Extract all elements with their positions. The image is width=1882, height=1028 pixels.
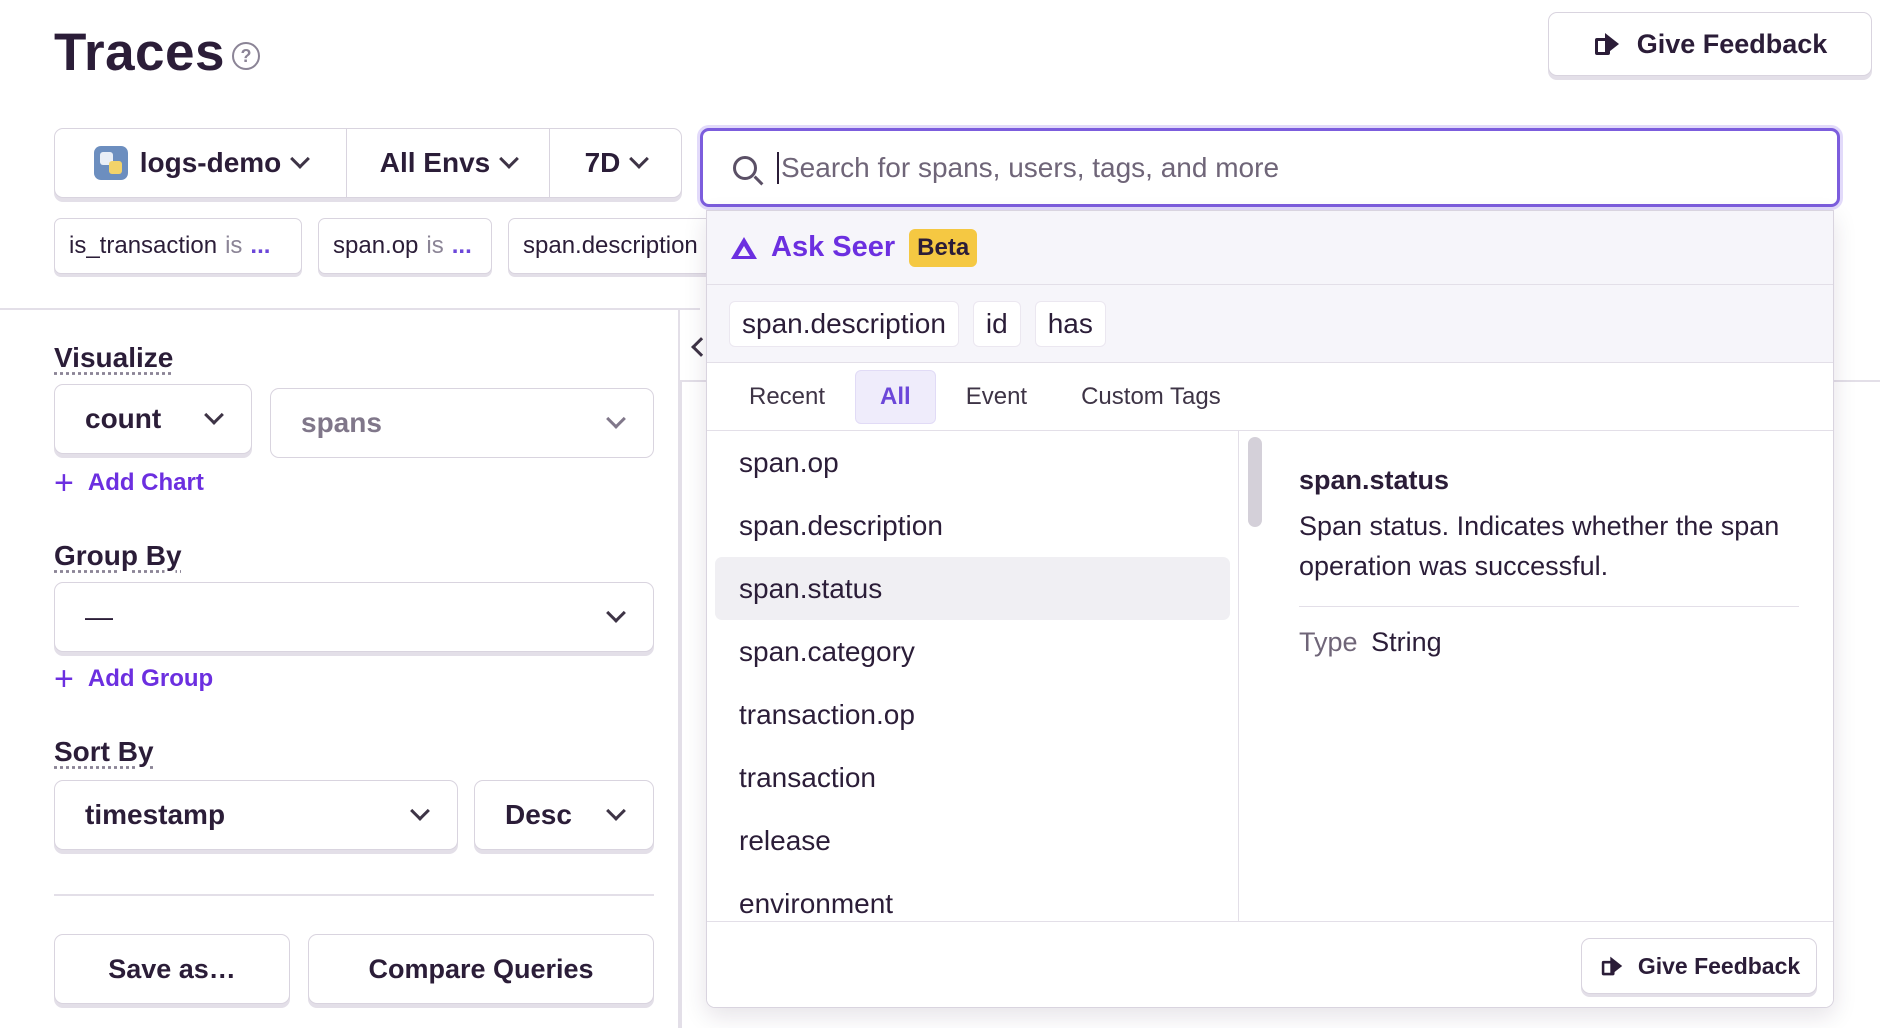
compare-queries-label: Compare Queries xyxy=(368,953,594,984)
give-feedback-label: Give Feedback xyxy=(1636,28,1828,59)
date-range-selector[interactable]: 7D xyxy=(550,129,681,197)
sort-field-value: timestamp xyxy=(85,799,226,830)
filter-value: ... xyxy=(451,232,472,259)
add-chart-button[interactable]: + Add Chart xyxy=(54,466,204,500)
tab-custom-tags[interactable]: Custom Tags xyxy=(1057,371,1245,423)
environment-selector-label: All Envs xyxy=(379,147,491,178)
give-feedback-label: Give Feedback xyxy=(1637,952,1801,979)
ask-seer-option[interactable]: Ask Seer Beta xyxy=(707,211,1833,285)
filter-value: ... xyxy=(250,232,271,259)
give-feedback-button[interactable]: Give Feedback xyxy=(1581,938,1817,994)
give-feedback-button[interactable]: Give Feedback xyxy=(1548,12,1872,76)
key-detail-description: Span status. Indicates whether the span … xyxy=(1299,506,1799,607)
add-group-button[interactable]: + Add Group xyxy=(54,662,213,696)
filter-key: span.description xyxy=(523,232,698,259)
list-item[interactable]: transaction.op xyxy=(715,683,1230,746)
megaphone-icon xyxy=(1600,955,1624,977)
list-item[interactable]: transaction xyxy=(715,746,1230,809)
seer-icon xyxy=(731,236,757,259)
filter-chip-span-description[interactable]: span.description xyxy=(508,218,718,274)
key-type-value: String xyxy=(1371,627,1442,657)
visualize-field-select[interactable]: spans xyxy=(270,388,654,458)
key-detail-type: Type String xyxy=(1299,627,1799,658)
group-by-select[interactable]: — xyxy=(54,582,654,652)
visualize-function-select[interactable]: count xyxy=(54,384,252,454)
filter-operator: is xyxy=(225,232,243,259)
filter-chip-is-transaction[interactable]: is_transaction is ... xyxy=(54,218,302,274)
left-panel-divider xyxy=(54,894,654,896)
beta-badge: Beta xyxy=(909,228,978,267)
group-by-value: — xyxy=(85,601,113,632)
group-by-label: Group By xyxy=(54,540,182,571)
chevron-down-icon xyxy=(204,405,224,425)
chevron-down-icon xyxy=(606,603,626,623)
filter-chip-span-op[interactable]: span.op is ... xyxy=(318,218,492,274)
visualize-label: Visualize xyxy=(54,342,174,373)
visualize-field-value: spans xyxy=(301,407,382,438)
search-suggestions-popover: Ask Seer Beta span.description id has Re… xyxy=(706,210,1834,1008)
tab-all[interactable]: All xyxy=(855,369,936,424)
chevron-down-icon xyxy=(606,409,626,429)
search-input[interactable] xyxy=(777,151,1777,184)
list-item[interactable]: span.status xyxy=(715,557,1230,620)
chevron-down-icon xyxy=(290,149,311,169)
header-divider xyxy=(0,308,700,310)
chevron-down-icon xyxy=(410,801,430,821)
list-item[interactable]: release xyxy=(715,809,1230,872)
search-bar[interactable] xyxy=(700,128,1840,207)
add-group-label: Add Group xyxy=(87,665,214,692)
chevron-down-icon xyxy=(499,149,520,169)
date-range-selector-label: 7D xyxy=(584,147,621,178)
project-selector-label: logs-demo xyxy=(139,147,282,178)
ask-seer-label: Ask Seer xyxy=(771,231,896,263)
suggested-keys: span.description id has xyxy=(707,285,1833,363)
list-item[interactable]: span.op xyxy=(715,431,1230,494)
key-detail-panel: span.status Span status. Indicates wheth… xyxy=(1269,431,1829,921)
search-icon xyxy=(733,155,757,180)
help-icon[interactable]: ? xyxy=(232,42,260,70)
tab-recent[interactable]: Recent xyxy=(725,371,849,423)
sort-order-select[interactable]: Desc xyxy=(474,780,654,850)
environment-selector[interactable]: All Envs xyxy=(347,129,550,197)
sort-field-select[interactable]: timestamp xyxy=(54,780,458,850)
filter-operator: is xyxy=(426,232,444,259)
filter-key: is_transaction xyxy=(69,232,218,259)
suggestion-chip[interactable]: span.description xyxy=(729,300,959,347)
chevron-down-icon xyxy=(629,149,650,169)
filter-key: span.op xyxy=(333,232,419,259)
tab-event[interactable]: Event xyxy=(942,371,1051,423)
megaphone-icon xyxy=(1593,31,1621,57)
suggestion-chip[interactable]: has xyxy=(1034,300,1106,347)
save-as-label: Save as… xyxy=(108,953,236,984)
plus-icon: + xyxy=(54,464,74,502)
key-list-scrollbar[interactable] xyxy=(1248,437,1262,527)
sort-order-value: Desc xyxy=(505,799,572,830)
list-item[interactable]: span.description xyxy=(715,494,1230,557)
key-list: span.op span.description span.status spa… xyxy=(707,431,1239,921)
page-filter-bar: logs-demo All Envs 7D xyxy=(54,128,682,198)
visualize-function-value: count xyxy=(85,403,162,434)
compare-queries-button[interactable]: Compare Queries xyxy=(308,934,654,1004)
python-icon xyxy=(93,146,128,180)
sort-by-label: Sort By xyxy=(54,736,154,767)
chevron-down-icon xyxy=(606,801,626,821)
list-item[interactable]: environment xyxy=(715,872,1230,921)
key-category-tabs: Recent All Event Custom Tags xyxy=(707,363,1833,431)
popover-footer: Give Feedback xyxy=(707,921,1833,1007)
save-as-button[interactable]: Save as… xyxy=(54,934,290,1004)
list-item[interactable]: span.category xyxy=(715,620,1230,683)
project-selector[interactable]: logs-demo xyxy=(55,129,347,197)
key-type-label: Type xyxy=(1299,627,1358,657)
add-chart-label: Add Chart xyxy=(87,469,204,496)
page-title: Traces xyxy=(54,23,225,82)
plus-icon: + xyxy=(54,660,74,698)
key-detail-title: span.status xyxy=(1299,465,1450,495)
suggestion-chip[interactable]: id xyxy=(972,300,1021,347)
